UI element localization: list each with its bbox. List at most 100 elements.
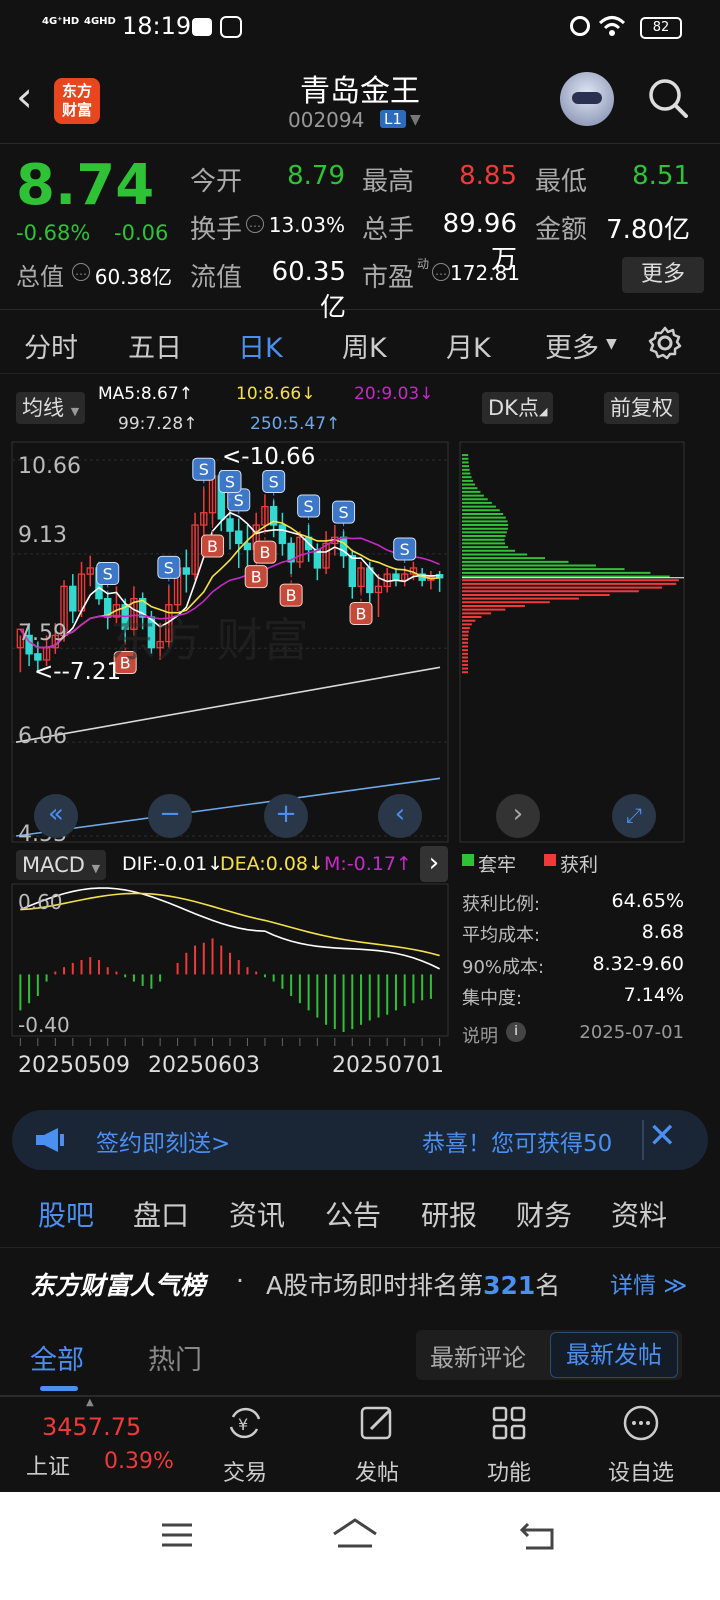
filter-hot[interactable]: 热门: [148, 1338, 202, 1377]
chip-label: 获利比例:: [462, 894, 541, 915]
kline-chart-area: 均线 ▼ MA5:8.67↑ 10:8.66↓ 20:9.03↓ 99:7.28…: [0, 376, 720, 1116]
close-icon[interactable]: ✕: [648, 1116, 677, 1156]
info-icon[interactable]: …: [246, 215, 264, 233]
candle-body: [278, 524, 287, 545]
tab-more[interactable]: 更多: [545, 326, 599, 365]
menu-icon[interactable]: [160, 1520, 194, 1550]
nav-trade[interactable]: ¥ 交易: [200, 1403, 290, 1487]
quote-panel: 8.74 -0.68% -0.06 今开 8.79 最高 8.85 最低 8.5…: [0, 145, 720, 323]
mktcap-value: 60.38亿: [94, 265, 172, 289]
promo-banner[interactable]: 签约即刻送> 恭喜！您可获得50 ✕: [12, 1110, 708, 1170]
high-annotation: <-10.66: [222, 444, 315, 470]
scroll-left-icon[interactable]: ‹: [378, 794, 422, 838]
tab-five-day[interactable]: 五日: [128, 326, 182, 365]
sort-latest-comment[interactable]: 最新评论: [430, 1338, 526, 1373]
status-time: 18:19: [122, 12, 192, 40]
alarm-icon: [570, 16, 590, 36]
rank-detail-link[interactable]: 详情 ≫: [610, 1266, 687, 1300]
indicator-select[interactable]: MACD ▼: [16, 850, 107, 880]
candle-body: [366, 567, 374, 594]
popularity-rank[interactable]: 东方财富人气榜 · A股市场即时排名第321名 详情 ≫: [0, 1248, 720, 1318]
sell-signal-label: S: [103, 564, 113, 583]
amount-value: 7.80亿: [606, 215, 690, 245]
indicator-next-icon[interactable]: ›: [420, 846, 448, 882]
period-tabs: 分时 五日 日K 周K 月K 更多 ▼: [0, 312, 720, 374]
watermark: 东方 财富: [110, 613, 309, 667]
expand-icon[interactable]: ⤢: [612, 794, 656, 838]
tab-intraday[interactable]: 分时: [24, 326, 78, 365]
info-icon[interactable]: …: [432, 263, 450, 281]
low-annotation: <--7.21: [34, 659, 121, 685]
sort-latest-post[interactable]: 最新发帖: [550, 1332, 678, 1378]
sell-signal-label: S: [400, 540, 410, 559]
index-change[interactable]: 0.39%: [104, 1449, 174, 1474]
home-icon[interactable]: [330, 1516, 380, 1552]
buy-signal-label: B: [286, 586, 297, 605]
network-indicator: 4G⁺HD: [42, 16, 80, 27]
chip-label: 90%成本:: [462, 957, 545, 978]
change-amount: -0.06: [114, 221, 169, 245]
banner-left-text[interactable]: 签约即刻送>: [96, 1124, 230, 1158]
back-icon[interactable]: [518, 1518, 558, 1552]
candle-body: [235, 530, 243, 545]
caret-down-icon[interactable]: ▼: [606, 336, 617, 352]
filter-all[interactable]: 全部: [30, 1338, 84, 1377]
index-value[interactable]: 3457.75: [42, 1413, 141, 1441]
nav-post[interactable]: 发帖: [332, 1403, 422, 1487]
x-tick: 20250701: [332, 1053, 444, 1078]
edit-icon: [360, 1406, 392, 1440]
network-indicator-2: 4GHD: [84, 16, 116, 27]
sell-signal-label: S: [234, 491, 244, 510]
app-notification-icon: [220, 16, 242, 38]
level-badge[interactable]: L1: [380, 110, 406, 128]
zoom-out-icon[interactable]: −: [148, 794, 192, 838]
tab-profile[interactable]: 资料: [611, 1194, 667, 1234]
nav-add-watchlist[interactable]: 设自选: [596, 1403, 686, 1487]
tab-daily-k[interactable]: 日K: [238, 326, 283, 365]
caret-down-icon[interactable]: ▼: [410, 112, 421, 128]
bottom-nav: ▲ 3457.75 上证 0.39% ¥ 交易 发帖 功能 设自选: [0, 1396, 720, 1492]
stock-header: ‹ 东方 财富 青岛金王 002094 L1 ▼: [0, 56, 720, 144]
active-indicator: [40, 1386, 78, 1391]
battery-icon: 82: [640, 17, 682, 39]
info-icon[interactable]: …: [72, 263, 90, 281]
status-bar: 4G⁺HD 4GHD 18:19 82: [0, 0, 720, 56]
profit-legend: 获利: [560, 854, 599, 876]
robot-assistant-icon[interactable]: [560, 72, 614, 126]
sell-signal-label: S: [225, 472, 235, 491]
nav-functions[interactable]: 功能: [464, 1403, 554, 1487]
chip-note[interactable]: 说明: [462, 1022, 498, 1048]
tab-finance[interactable]: 财务: [516, 1194, 572, 1234]
zoom-in-icon[interactable]: +: [264, 794, 308, 838]
x-tick: 20250603: [148, 1053, 260, 1078]
gear-icon[interactable]: [648, 326, 682, 360]
rank-brand: 东方财富人气榜: [30, 1271, 206, 1300]
y-tick: 7.59: [18, 621, 67, 646]
change-percent: -0.68%: [16, 221, 91, 245]
macd-y-tick: -0.40: [18, 1013, 70, 1037]
tab-pankou[interactable]: 盘口: [133, 1194, 189, 1234]
tab-news[interactable]: 资讯: [229, 1194, 285, 1234]
banner-right-text[interactable]: 恭喜！您可获得50: [422, 1124, 642, 1158]
sell-signal-label: S: [199, 460, 209, 479]
tab-guba[interactable]: 股吧: [38, 1194, 94, 1234]
tab-announcements[interactable]: 公告: [325, 1194, 381, 1234]
buy-signal-label: B: [356, 604, 367, 623]
search-icon[interactable]: [648, 78, 688, 118]
tab-monthly-k[interactable]: 月K: [446, 326, 491, 365]
tab-weekly-k[interactable]: 周K: [342, 326, 387, 365]
candle-body: [182, 567, 191, 575]
sell-signal-label: S: [269, 472, 279, 491]
post-filter-bar: 全部 热门 最新评论 最新发帖: [0, 1320, 720, 1396]
buy-signal-label: B: [207, 537, 218, 556]
index-name[interactable]: 上证: [26, 1449, 70, 1481]
tab-research[interactable]: 研报: [421, 1194, 477, 1234]
candle-body: [348, 555, 356, 588]
info-icon[interactable]: i: [506, 1022, 526, 1042]
more-quote-button[interactable]: 更多: [622, 257, 704, 293]
sell-signal-label: S: [164, 558, 174, 577]
trapped-legend: 套牢: [478, 854, 517, 876]
scroll-left-fast-icon[interactable]: «: [34, 794, 78, 838]
caret-up-icon: ▲: [86, 1397, 94, 1408]
chip-next-icon[interactable]: ›: [496, 794, 540, 838]
